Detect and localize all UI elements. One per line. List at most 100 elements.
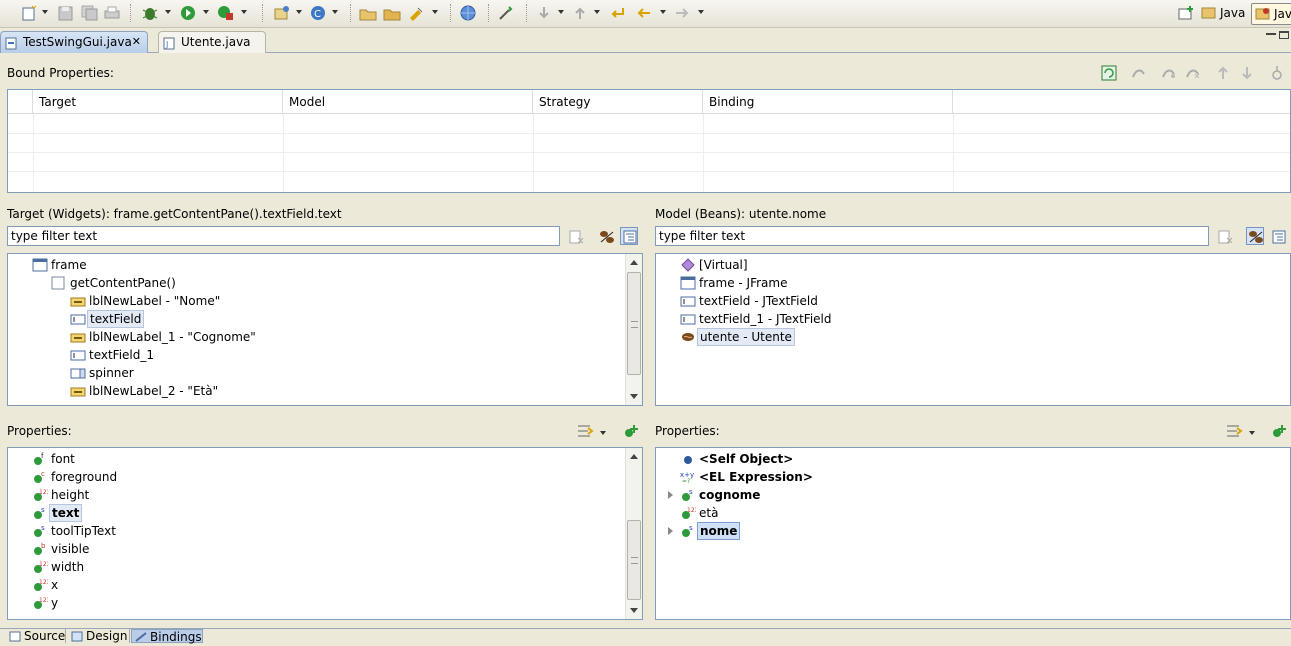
scroll-thumb[interactable]: [627, 272, 641, 375]
java-perspective-icon: [1201, 6, 1216, 20]
delete-all-icon[interactable]: [1268, 64, 1286, 82]
external-tools-icon[interactable]: [216, 4, 236, 22]
new-java-project-icon[interactable]: [272, 4, 292, 22]
property-icon: s: [32, 506, 48, 520]
properties-filter-dropdown-icon[interactable]: [1249, 431, 1255, 435]
target-filter-input[interactable]: type filter text: [7, 226, 560, 246]
move-down-icon[interactable]: [1238, 64, 1256, 82]
perspective-java[interactable]: Java: [1198, 3, 1249, 25]
editor-tab-bar: TestSwingGui.java ✕ J Utente.java: [0, 29, 1291, 53]
show-beans-icon[interactable]: [1246, 227, 1264, 245]
clear-filter-icon[interactable]: [568, 228, 586, 246]
new-dropdown-icon[interactable]: [42, 10, 48, 14]
external-tools-dropdown-icon[interactable]: [241, 10, 247, 14]
close-icon[interactable]: ✕: [132, 32, 141, 52]
model-filter-input[interactable]: type filter text: [655, 226, 1209, 246]
next-annotation-dropdown-icon[interactable]: [558, 10, 564, 14]
print-icon[interactable]: [102, 4, 122, 22]
tab-testswinggui[interactable]: TestSwingGui.java ✕: [0, 31, 148, 53]
separator: [488, 4, 489, 22]
target-tree[interactable]: frame getContentPane() lblNewLabel - "No…: [7, 253, 643, 406]
svg-text:b: b: [41, 542, 46, 550]
column-header-strategy[interactable]: Strategy: [533, 90, 703, 114]
separator: [350, 4, 351, 22]
perspective-java-active[interactable]: Java: [1251, 3, 1291, 25]
delete-binding-icon[interactable]: [1184, 64, 1202, 82]
add-el-property-icon[interactable]: [1270, 422, 1288, 440]
add-binding-icon[interactable]: [1130, 64, 1148, 82]
show-hierarchy-icon[interactable]: [620, 227, 638, 245]
minimize-icon[interactable]: [1266, 33, 1276, 35]
column-header-target[interactable]: Target: [33, 90, 283, 114]
clear-filter-icon[interactable]: [1217, 228, 1235, 246]
java-perspective-icon: [1255, 7, 1270, 21]
search-icon[interactable]: [406, 4, 426, 22]
run-dropdown-icon[interactable]: [203, 10, 209, 14]
refresh-icon[interactable]: [1100, 64, 1118, 82]
bound-properties-title: Bound Properties:: [7, 66, 114, 80]
move-up-icon[interactable]: [1214, 64, 1232, 82]
expand-icon[interactable]: [668, 491, 673, 499]
back-icon[interactable]: [634, 4, 654, 22]
target-properties-scrollbar[interactable]: [625, 448, 642, 619]
scroll-down-icon[interactable]: [630, 394, 638, 399]
model-tree[interactable]: [Virtual] frame - JFrame textField - JTe…: [655, 253, 1291, 406]
properties-filter-icon[interactable]: [1225, 422, 1243, 440]
separator: [262, 4, 263, 22]
debug-icon[interactable]: [140, 4, 160, 22]
open-resource-icon[interactable]: [382, 4, 402, 22]
show-beans-icon[interactable]: [598, 228, 616, 246]
property-icon: s: [680, 488, 696, 502]
forward-dropdown-icon[interactable]: [698, 10, 704, 14]
back-dropdown-icon[interactable]: [660, 10, 666, 14]
save-all-icon[interactable]: [80, 4, 100, 22]
model-properties-list[interactable]: <Self Object> x+y =? <EL Expression> s co…: [655, 447, 1291, 620]
scroll-up-icon[interactable]: [630, 260, 638, 265]
search-dropdown-icon[interactable]: [432, 10, 438, 14]
run-icon[interactable]: [178, 4, 198, 22]
target-tree-scrollbar[interactable]: [625, 254, 642, 405]
property-icon: 123: [32, 596, 51, 610]
column-header-model[interactable]: Model: [283, 90, 533, 114]
el-expression-icon: x+y =?: [680, 470, 696, 485]
property-icon: f: [32, 452, 48, 466]
edit-binding-icon[interactable]: [1160, 64, 1178, 82]
last-edit-location-icon[interactable]: [608, 4, 628, 22]
wizard-icon[interactable]: [496, 4, 516, 22]
scroll-thumb[interactable]: [627, 520, 641, 600]
properties-filter-dropdown-icon[interactable]: [600, 431, 606, 435]
forward-icon[interactable]: [672, 4, 692, 22]
new-java-project-dropdown-icon[interactable]: [296, 10, 302, 14]
column-header-binding[interactable]: Binding: [703, 90, 953, 114]
previous-annotation-icon[interactable]: [570, 4, 590, 22]
show-hierarchy-icon[interactable]: [1270, 228, 1288, 246]
open-type-icon[interactable]: [358, 4, 378, 22]
save-icon[interactable]: [56, 4, 76, 22]
new-icon[interactable]: [20, 4, 40, 22]
tab-bindings[interactable]: Bindings: [131, 629, 203, 644]
textfield-icon: [680, 294, 696, 308]
add-el-property-icon[interactable]: [622, 422, 640, 440]
maximize-icon[interactable]: [1279, 31, 1289, 39]
globe-icon[interactable]: [458, 4, 478, 22]
previous-annotation-dropdown-icon[interactable]: [594, 10, 600, 14]
expand-icon[interactable]: [668, 527, 673, 535]
next-annotation-icon[interactable]: [534, 4, 554, 22]
scroll-up-icon[interactable]: [630, 454, 638, 459]
tab-design[interactable]: Design: [68, 629, 130, 643]
new-class-icon[interactable]: C: [308, 4, 328, 22]
tab-utente[interactable]: J Utente.java: [158, 31, 266, 53]
scroll-down-icon[interactable]: [630, 608, 638, 613]
target-properties-list[interactable]: f font c foreground 123 height s text s …: [7, 447, 643, 620]
main-toolbar: C Java Java: [0, 0, 1291, 28]
label-icon: [70, 330, 86, 344]
tab-label: Utente.java: [181, 35, 251, 49]
debug-dropdown-icon[interactable]: [165, 10, 171, 14]
model-properties-title: Properties:: [655, 424, 720, 438]
new-class-dropdown-icon[interactable]: [332, 10, 338, 14]
properties-filter-icon[interactable]: [576, 422, 594, 440]
design-icon: [71, 631, 83, 642]
bound-properties-table[interactable]: Target Model Strategy Binding: [7, 89, 1291, 193]
tab-source[interactable]: Source: [6, 629, 66, 643]
open-perspective-icon[interactable]: [1176, 4, 1196, 22]
